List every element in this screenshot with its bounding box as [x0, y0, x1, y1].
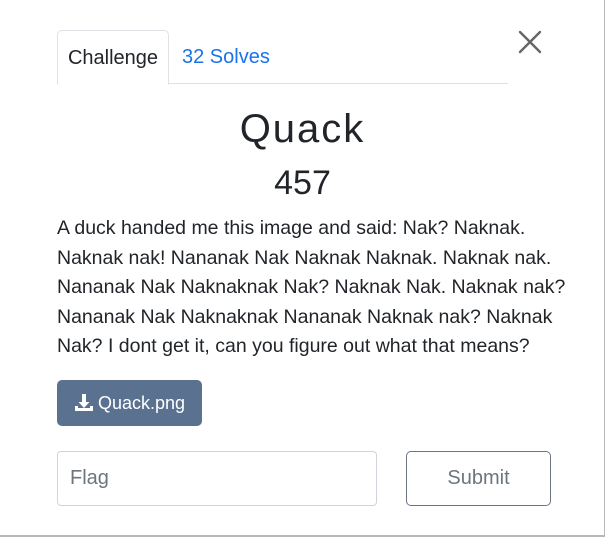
flag-input[interactable]	[57, 451, 377, 506]
tab-challenge[interactable]: Challenge	[57, 30, 169, 85]
tab-solves[interactable]: 32 Solves	[182, 30, 270, 85]
close-icon[interactable]	[514, 26, 546, 58]
download-file-button[interactable]: Quack.png	[57, 380, 202, 426]
challenge-description: A duck handed me this image and said: Na…	[57, 214, 566, 362]
download-file-label: Quack.png	[97, 392, 186, 413]
description-line: Nak? I dont get it, can you figure out w…	[57, 335, 530, 357]
description-line: Naknak nak! Nananak Nak Naknak Naknak. N…	[57, 246, 552, 269]
challenge-modal: Challenge 32 Solves Quack 457 A duck han…	[0, 0, 605, 537]
submit-button[interactable]: Submit	[406, 451, 551, 506]
challenge-title: Quack	[239, 107, 366, 151]
description-line: Nananak Nak Naknaknak Nak? Naknak Nak. N…	[57, 276, 566, 298]
download-icon	[74, 393, 94, 413]
challenge-points: 457	[274, 164, 331, 202]
description-line: A duck handed me this image and said: Na…	[57, 217, 526, 239]
tab-bar: Challenge 32 Solves	[57, 30, 508, 85]
description-line: Nananak Nak Naknaknak Nananak Naknak nak…	[57, 305, 553, 328]
